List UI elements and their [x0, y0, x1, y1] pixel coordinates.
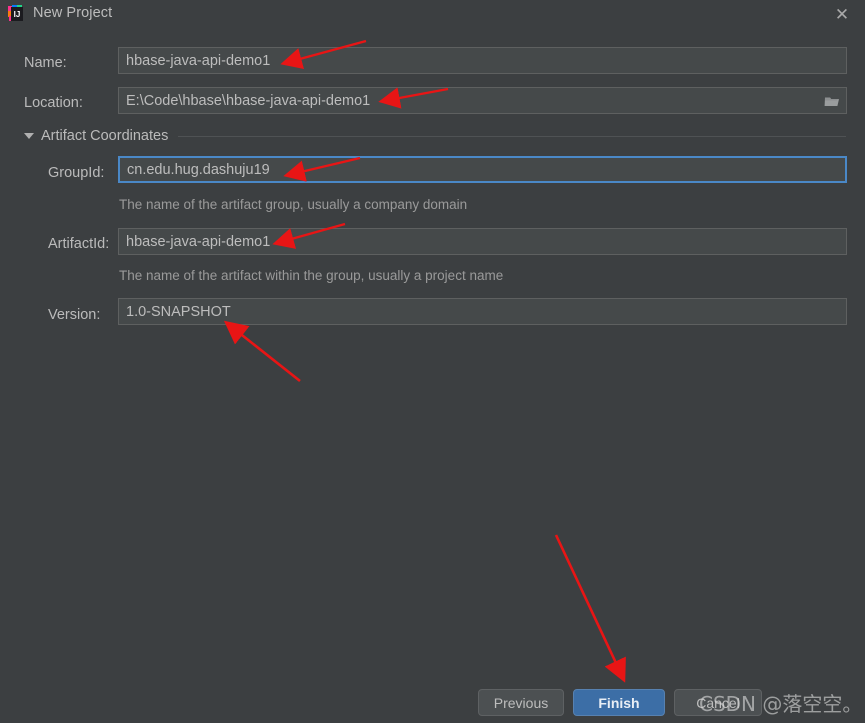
artifactid-input-value: hbase-java-api-demo1 — [119, 234, 270, 250]
previous-button-label: Previous — [494, 695, 548, 711]
groupid-input[interactable]: cn.edu.hug.dashuju19 — [118, 156, 847, 183]
version-input-value: 1.0-SNAPSHOT — [119, 304, 231, 320]
close-icon[interactable]: ✕ — [819, 0, 865, 29]
artifact-coordinates-label: Artifact Coordinates — [41, 128, 168, 144]
location-input-value: E:\Code\hbase\hbase-java-api-demo1 — [119, 93, 370, 109]
intellij-idea-icon: IJ — [8, 5, 26, 23]
version-label: Version: — [48, 307, 100, 323]
finish-button[interactable]: Finish — [573, 689, 665, 716]
artifactid-label: ArtifactId: — [48, 236, 109, 252]
finish-button-label: Finish — [598, 695, 639, 711]
version-input[interactable]: 1.0-SNAPSHOT — [118, 298, 847, 325]
name-input[interactable]: hbase-java-api-demo1 — [118, 47, 847, 74]
groupid-hint: The name of the artifact group, usually … — [119, 197, 467, 212]
dialog-content: Name: hbase-java-api-demo1 Location: E:\… — [0, 29, 865, 723]
groupid-input-value: cn.edu.hug.dashuju19 — [120, 162, 270, 178]
svg-text:IJ: IJ — [14, 10, 21, 19]
section-divider — [178, 136, 846, 137]
artifactid-hint: The name of the artifact within the grou… — [119, 268, 503, 283]
artifactid-input[interactable]: hbase-java-api-demo1 — [118, 228, 847, 255]
folder-icon[interactable] — [824, 94, 840, 107]
name-label: Name: — [24, 55, 67, 71]
window-title: New Project — [33, 5, 112, 21]
name-input-value: hbase-java-api-demo1 — [119, 53, 270, 69]
artifact-coordinates-section-header[interactable]: Artifact Coordinates — [24, 126, 846, 146]
triangle-down-icon — [24, 133, 34, 139]
previous-button[interactable]: Previous — [478, 689, 564, 716]
location-label: Location: — [24, 95, 83, 111]
location-input[interactable]: E:\Code\hbase\hbase-java-api-demo1 — [118, 87, 847, 114]
csdn-watermark: CSDN @落空空。 — [699, 688, 862, 717]
groupid-label: GroupId: — [48, 165, 104, 181]
title-bar: IJ New Project ✕ — [0, 0, 865, 29]
